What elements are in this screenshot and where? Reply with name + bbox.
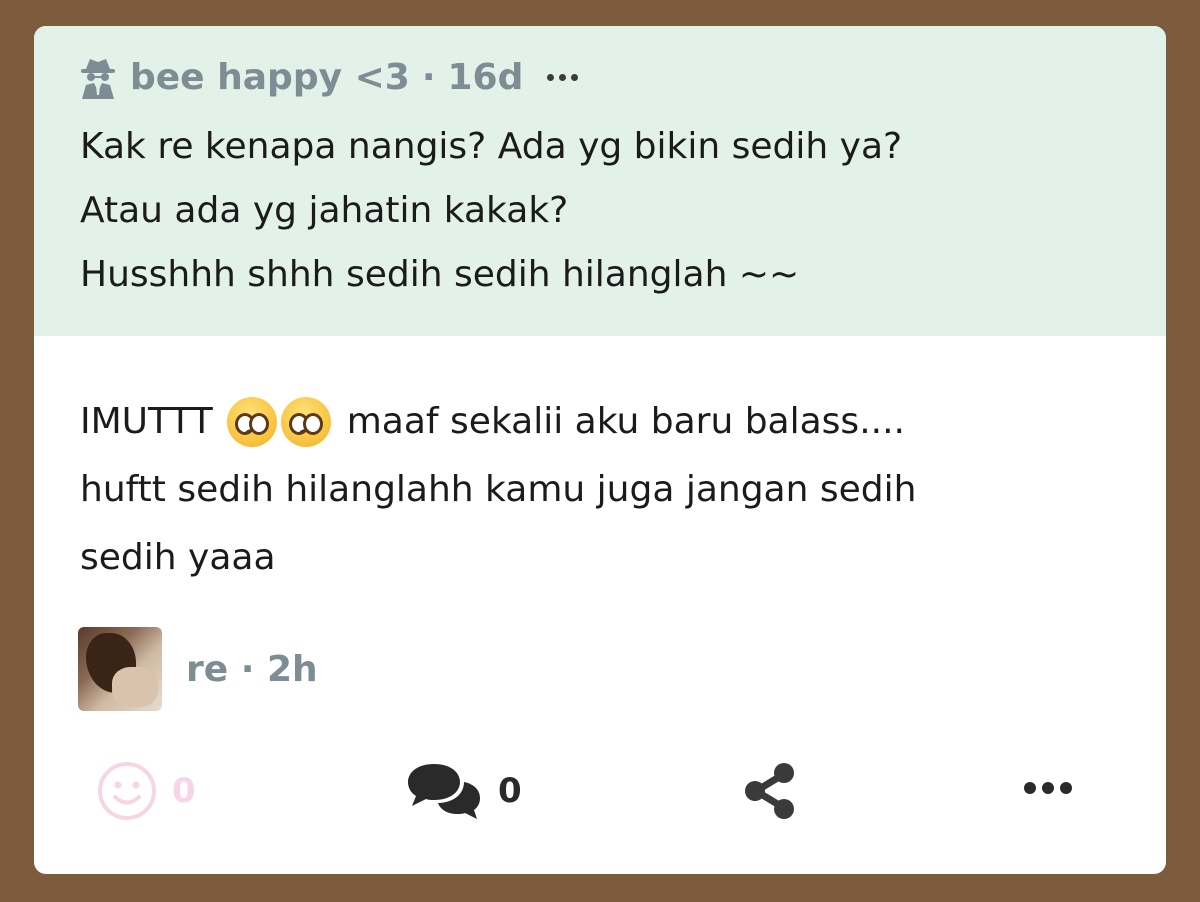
comment-count: 0 [498, 771, 522, 811]
question-author[interactable]: bee happy <3 [130, 57, 410, 98]
avatar[interactable] [78, 627, 162, 711]
pleading-face-emoji [280, 397, 331, 447]
question-line-3: Husshhh shhh sedih sedih hilanglah ~~ [80, 254, 800, 295]
answer-line-1-prefix: IMUTTT [80, 401, 213, 442]
action-bar: 0 0 [34, 756, 1166, 836]
author-name[interactable]: re [186, 649, 228, 690]
comment-button[interactable]: 0 [404, 760, 522, 822]
answer-author[interactable]: re · 2h [78, 626, 318, 712]
answer-line-1: IMUTTT maaf sekalii aku baru balass.... [80, 388, 1120, 456]
separator-dot: · [421, 56, 436, 98]
answer-age: 2h [266, 648, 318, 690]
more-options-button[interactable] [1024, 782, 1072, 794]
answer-text: IMUTTT maaf sekalii aku baru balass.... … [80, 388, 1120, 592]
answer-line-3: sedih yaaa [80, 537, 276, 578]
spy-icon [81, 59, 115, 99]
question-header: bee happy <3 · 16d [78, 52, 579, 102]
more-icon [1024, 782, 1072, 794]
react-count: 0 [172, 771, 196, 811]
answer-line-1-suffix: maaf sekalii aku baru balass.... [346, 401, 905, 442]
share-button[interactable] [740, 760, 800, 822]
question-line-2: Atau ada yg jahatin kakak? [80, 190, 569, 231]
question-line-1: Kak re kenapa nangis? Ada yg bikin sedih… [80, 126, 903, 167]
question-block: bee happy <3 · 16d Kak re kenapa nangis?… [34, 26, 1166, 336]
pleading-face-emoji [226, 397, 277, 447]
react-button[interactable]: 0 [96, 760, 196, 822]
comments-icon [408, 764, 480, 819]
answer-card: bee happy <3 · 16d Kak re kenapa nangis?… [34, 26, 1166, 874]
answer-line-2: huftt sedih hilanglahh kamu juga jangan … [80, 469, 917, 510]
question-age: 16d [447, 56, 524, 98]
separator-dot: · [240, 648, 255, 690]
share-icon [745, 763, 794, 819]
smiley-icon [98, 762, 156, 820]
question-more-icon[interactable] [547, 73, 579, 81]
